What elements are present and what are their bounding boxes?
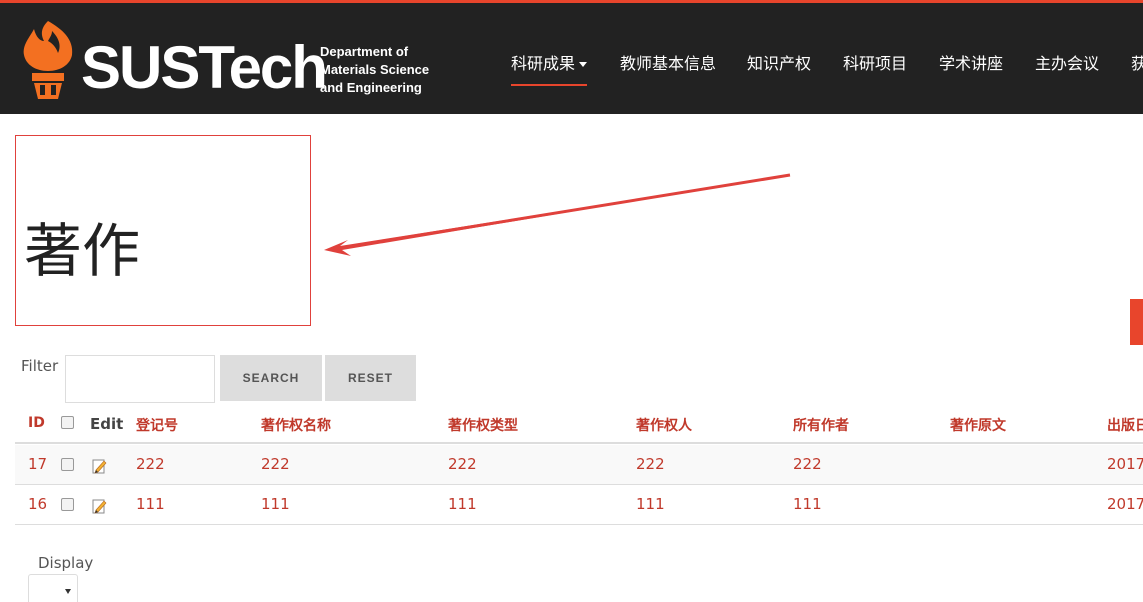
display-count-select[interactable]	[28, 574, 78, 602]
column-header-original[interactable]: 著作原文	[950, 415, 1006, 435]
cell-authors[interactable]: 111	[793, 495, 822, 513]
side-tab[interactable]	[1130, 299, 1143, 345]
table-row: 16 111 111 111 111 111 2017	[15, 485, 1143, 525]
column-header-owner[interactable]: 著作权人	[636, 415, 692, 435]
cell-authors[interactable]: 222	[793, 455, 822, 473]
department-name: Department of Materials Science and Engi…	[320, 43, 429, 97]
pencil-edit-icon[interactable]	[92, 498, 108, 514]
nav-item-awards[interactable]: 获	[1131, 50, 1143, 74]
site-logo[interactable]: SUSTech Department of Materials Science …	[18, 19, 438, 103]
cell-name[interactable]: 222	[261, 455, 290, 473]
nav-item-faculty-info[interactable]: 教师基本信息	[620, 50, 716, 74]
cell-owner[interactable]: 111	[636, 495, 665, 513]
column-header-edit: Edit	[90, 415, 124, 433]
table-row: 17 222 222 222 222 222 2017	[15, 445, 1143, 485]
page: SUSTech Department of Materials Science …	[0, 0, 1143, 602]
table-header-row: ID Edit 登记号 著作权名称 著作权类型 著作权人 所有作者 著作原文 出…	[15, 405, 1143, 444]
search-button[interactable]: SEARCH	[220, 355, 322, 401]
column-header-reg-no[interactable]: 登记号	[136, 415, 178, 435]
cell-reg-no[interactable]: 222	[136, 455, 165, 473]
site-header: SUSTech Department of Materials Science …	[0, 0, 1143, 114]
nav-item-conferences[interactable]: 主办会议	[1035, 50, 1099, 74]
flame-torch-icon	[23, 21, 73, 99]
filter-label: Filter	[21, 357, 59, 375]
logo-wordmark: SUSTech	[81, 34, 328, 101]
row-checkbox[interactable]	[61, 458, 74, 471]
cell-id[interactable]: 16	[28, 495, 47, 513]
department-line-3: and Engineering	[320, 80, 422, 95]
cell-type[interactable]: 222	[448, 455, 477, 473]
cell-pub-date[interactable]: 2017	[1107, 495, 1143, 513]
cell-type[interactable]: 111	[448, 495, 477, 513]
nav-item-intellectual-property[interactable]: 知识产权	[747, 50, 811, 74]
cell-owner[interactable]: 222	[636, 455, 665, 473]
cell-reg-no[interactable]: 111	[136, 495, 165, 513]
title-highlight-box: 著作	[15, 135, 311, 326]
nav-item-label: 科研成果	[511, 54, 576, 73]
nav-item-research-projects[interactable]: 科研项目	[843, 50, 907, 74]
annotation-arrow	[324, 173, 791, 256]
row-checkbox[interactable]	[61, 498, 74, 511]
filter-input[interactable]	[65, 355, 215, 403]
page-title: 著作	[24, 217, 141, 285]
pencil-edit-icon[interactable]	[92, 458, 108, 474]
cell-name[interactable]: 111	[261, 495, 290, 513]
display-label: Display	[38, 554, 94, 572]
department-line-2: Materials Science	[320, 62, 430, 77]
caret-down-icon	[65, 589, 71, 594]
nav-item-lectures[interactable]: 学术讲座	[939, 50, 1003, 74]
column-header-id[interactable]: ID	[28, 415, 45, 431]
department-line-1: Department of	[320, 44, 409, 59]
select-all-checkbox[interactable]	[61, 416, 74, 429]
column-header-type[interactable]: 著作权类型	[448, 415, 518, 435]
cell-pub-date[interactable]: 2017	[1107, 455, 1143, 473]
column-header-authors[interactable]: 所有作者	[793, 415, 849, 435]
cell-id[interactable]: 17	[28, 455, 47, 473]
caret-down-icon	[579, 62, 588, 67]
column-header-pub-date[interactable]: 出版日	[1107, 415, 1143, 435]
column-header-name[interactable]: 著作权名称	[261, 415, 331, 435]
reset-button[interactable]: RESET	[325, 355, 416, 401]
nav-item-research-results[interactable]: 科研成果	[511, 50, 588, 86]
